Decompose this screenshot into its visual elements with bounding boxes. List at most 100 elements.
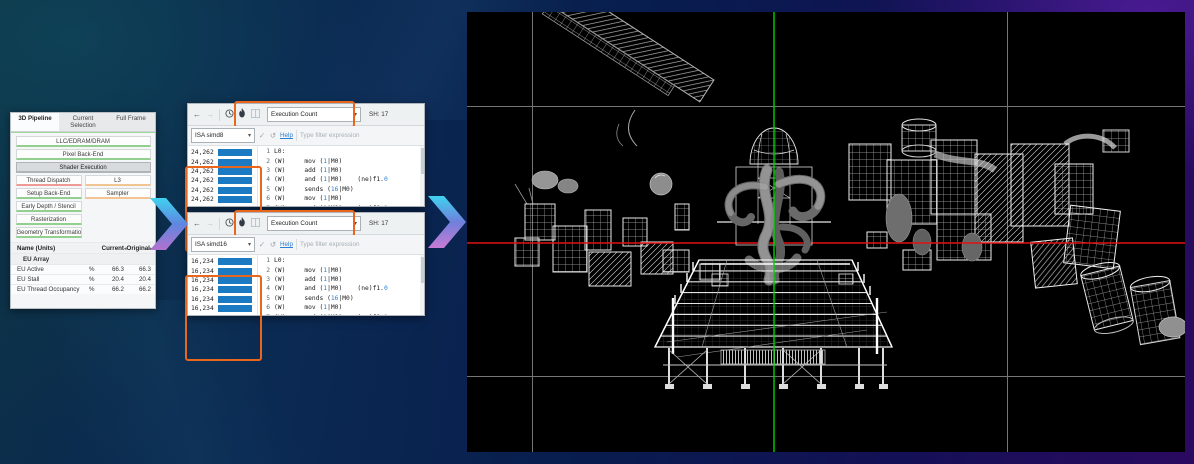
caret-down-icon: ▾: [354, 111, 357, 118]
execution-count-value: 16,234: [191, 286, 218, 293]
code-line: 3 (W) add (1|M0): [260, 166, 424, 175]
back-icon[interactable]: ←: [192, 110, 202, 120]
count-bar: [218, 305, 252, 312]
instruction-text: L0:: [274, 148, 285, 155]
undo-icon[interactable]: ↺: [269, 131, 277, 140]
flow-arrow-icon: [428, 196, 468, 248]
isa-dropdown-value: ISA simd16: [195, 241, 227, 248]
pipeline-button-rasterization[interactable]: Rasterization: [16, 214, 82, 225]
line-number: 3: [260, 167, 270, 174]
execution-count-value: 24,262: [191, 159, 218, 166]
scrollbar[interactable]: [420, 146, 424, 206]
tab-full-frame[interactable]: Full Frame: [107, 113, 155, 131]
line-number: 1: [260, 148, 270, 155]
count-bar: [218, 258, 252, 265]
pipeline-button-thread-dispatch[interactable]: Thread Dispatch: [16, 175, 82, 186]
isa-dropdown[interactable]: ISA simd8 ▾: [191, 128, 255, 143]
instruction-text: (W) sends (16|M0): [274, 295, 354, 302]
metric-dropdown[interactable]: Execution Count ▾: [267, 107, 361, 122]
tab-3d-pipeline[interactable]: 3D Pipeline: [11, 113, 59, 131]
filter-expression-input[interactable]: [296, 130, 421, 141]
pipeline-button-setup-back-end[interactable]: Setup Back-End: [16, 188, 82, 199]
count-bar: [218, 159, 252, 166]
code-line: 3(W) add (1|M0): [260, 275, 424, 284]
execution-count-value: 16,234: [191, 258, 218, 265]
scrollbar-thumb[interactable]: [421, 257, 424, 283]
apply-check-icon[interactable]: ✓: [258, 240, 266, 249]
help-link[interactable]: Help: [280, 132, 293, 139]
scrollbar[interactable]: [420, 255, 424, 315]
line-number: 3: [260, 276, 270, 283]
tab-current-selection[interactable]: Current Selection: [59, 113, 107, 131]
line-number: 6: [260, 195, 270, 202]
instruction-text: (W) mov (1|M0): [274, 267, 342, 274]
metric-cell: EU Thread Occupancy: [15, 286, 89, 293]
metric-cell: %: [89, 276, 101, 283]
instruction-text: (W) add (1|M0): [274, 167, 342, 174]
apply-check-icon[interactable]: ✓: [258, 131, 266, 140]
col-original: ◂Original▸: [124, 245, 151, 252]
metric-cell: 20.4: [124, 276, 151, 283]
pipeline-stage-buttons: LLC/EDRAM/DRAM Pixel Back-End Shader Execu…: [11, 133, 155, 240]
shader-id-label: SH: 17: [369, 220, 388, 227]
pipeline-button-sampler[interactable]: Sampler: [85, 188, 151, 199]
pipeline-button-llc-edram-dram[interactable]: LLC/EDRAM/DRAM: [16, 136, 151, 147]
col-name-units: Name (Units): [15, 245, 101, 252]
hotspots-flame-icon[interactable]: [237, 217, 247, 230]
split-view-icon[interactable]: [250, 218, 260, 230]
execution-count-value: 16,234: [191, 296, 218, 303]
pipeline-metrics-panel: 3D PipelineCurrent SelectionFull Frame L…: [10, 112, 156, 309]
pipeline-button-l3[interactable]: L3: [85, 175, 151, 186]
truss-bridge: [542, 12, 714, 146]
metrics-header-row: Name (Units) Current ◂Original▸: [11, 242, 155, 253]
pipeline-button-shader-execution[interactable]: Shader Execution: [16, 162, 151, 173]
count-row: 16,234: [191, 266, 255, 275]
execution-count-value: 24,262: [191, 177, 218, 184]
count-bar: [218, 187, 252, 194]
filter-expression-input[interactable]: [296, 239, 421, 250]
history-clock-icon[interactable]: [224, 109, 234, 121]
execution-count-value: 24,262: [191, 168, 218, 175]
line-number: 4: [260, 176, 270, 183]
code-line: 6(W) mov (1|M0): [260, 303, 424, 312]
instruction-text: (W) and (1|M0) (ne)f1.0: [274, 176, 388, 183]
isa-code-listing: 1L0:2(W) mov (1|M0)3(W) add (1|M0)4(W) a…: [258, 255, 424, 315]
metric-cell: 66.3: [124, 266, 151, 273]
line-number: 2: [260, 267, 270, 274]
execution-count-value: 16,234: [191, 305, 218, 312]
wireframe-scene: [467, 12, 1185, 452]
metric-dropdown[interactable]: Execution Count ▾: [267, 216, 361, 231]
count-row: 16,234: [191, 257, 255, 266]
3d-framebuffer-viewport[interactable]: [467, 12, 1185, 452]
pipeline-button-geometry-transformation[interactable]: Geometry Transformation: [16, 227, 82, 238]
split-view-icon[interactable]: [250, 109, 260, 121]
hotspots-flame-icon[interactable]: [237, 108, 247, 121]
shader-profiler-panel-simd8: ← → Execution Count ▾ SH: 17 ISA simd8 ▾…: [187, 103, 425, 207]
caret-down-icon: ▾: [248, 241, 251, 248]
count-row: 24,262: [191, 186, 255, 195]
pipeline-button-pixel-back-end[interactable]: Pixel Back-End: [16, 149, 151, 160]
count-row: 24,262: [191, 195, 255, 204]
count-row: 24,262: [191, 167, 255, 176]
count-row: 16,234: [191, 295, 255, 304]
help-link[interactable]: Help: [280, 241, 293, 248]
code-line: 5(W) sends (16|M0): [260, 185, 424, 194]
metric-cell: 66.2: [124, 286, 151, 293]
count-bar: [218, 296, 252, 303]
metric-cell: 66.2: [101, 286, 124, 293]
isa-dropdown[interactable]: ISA simd16 ▾: [191, 237, 255, 252]
pipeline-button-early-depth-stencil[interactable]: Early Depth / Stencil: [16, 201, 82, 212]
back-icon[interactable]: ←: [192, 219, 202, 229]
scrollbar-thumb[interactable]: [421, 148, 424, 174]
instruction-text: (W) and (1|M0) (ne)f0.1: [274, 314, 388, 315]
isa-code-listing: 1L0:2(W) mov (1|M0)3(W) add (1|M0)4(W) a…: [258, 146, 424, 206]
code-line: 6(W) mov (1|M0): [260, 194, 424, 203]
undo-icon[interactable]: ↺: [269, 240, 277, 249]
instruction-text: (W) mov (1|M0): [274, 158, 342, 165]
history-clock-icon[interactable]: [224, 218, 234, 230]
execution-counts-column: 24,26224,26224,26224,26224,26224,262: [188, 146, 258, 206]
forward-icon[interactable]: →: [205, 219, 215, 229]
profiler-toolbar: ← → Execution Count ▾ SH: 17: [188, 213, 424, 235]
forward-icon[interactable]: →: [205, 110, 215, 120]
count-row: 16,234: [191, 304, 255, 313]
